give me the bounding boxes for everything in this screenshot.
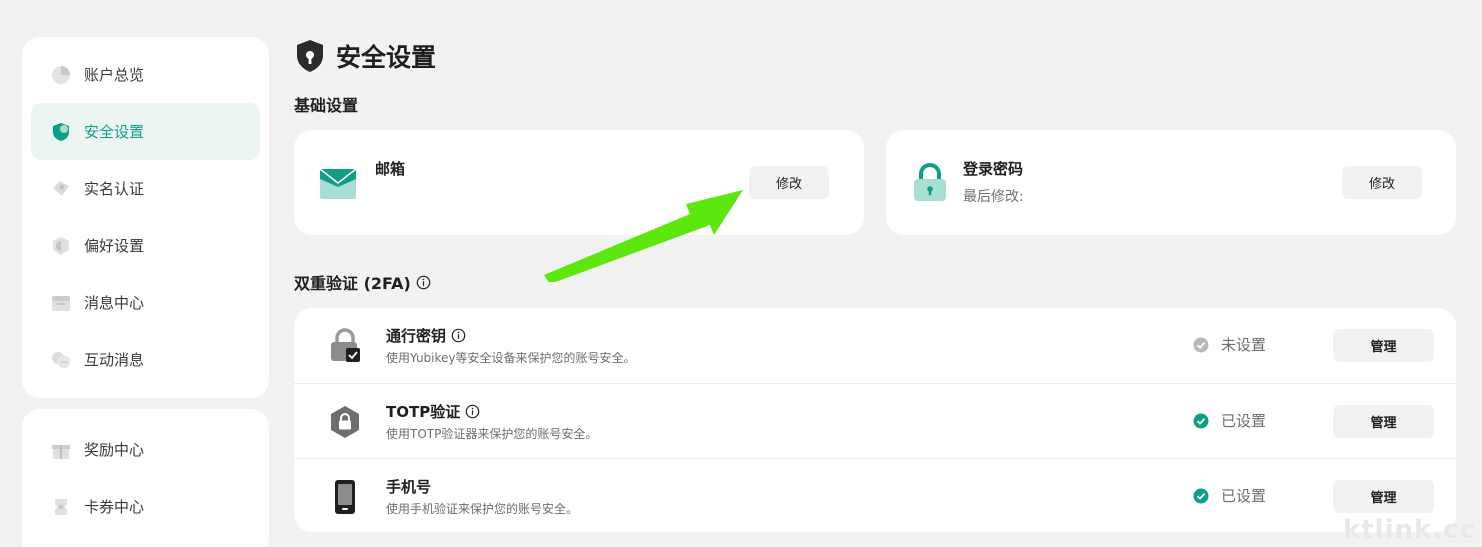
status-text: 已设置 [1221, 487, 1267, 505]
gift-icon [50, 439, 72, 461]
sidebar-item-interactions[interactable]: 互动消息 [31, 331, 260, 388]
sidebar-item-label: 消息中心 [84, 294, 145, 312]
twofa-description: 使用TOTP验证器来保护您的账号安全。 [386, 427, 598, 441]
twofa-name-text: 手机号 [386, 478, 432, 496]
twofa-row-passkey: 通行密钥 使用Yubikey等安全设备来保护您的账号安全。 未设置 管理 [294, 308, 1456, 383]
info-icon[interactable] [451, 328, 466, 343]
twofa-row-totp: TOTP验证 使用TOTP验证器来保护您的账号安全。 已设置 管理 [294, 383, 1456, 458]
twofa-card: 通行密钥 使用Yubikey等安全设备来保护您的账号安全。 未设置 管理 TOT… [294, 308, 1456, 532]
phone-icon [329, 479, 361, 515]
email-label: 邮箱 [375, 160, 406, 178]
coupon-icon [50, 496, 72, 518]
shield-lock-icon [295, 39, 325, 73]
sidebar-item-messages[interactable]: 消息中心 [31, 274, 260, 331]
status-badge: 已设置 [1193, 485, 1266, 506]
basic-settings-heading: 基础设置 [294, 92, 358, 116]
envelope-icon [319, 163, 357, 203]
twofa-description: 使用手机验证来保护您的账号安全。 [386, 502, 579, 516]
hexagon-lock-icon [329, 404, 361, 440]
sidebar-item-label: 卡券中心 [84, 498, 145, 516]
status-badge: 未设置 [1193, 334, 1266, 355]
twofa-name: 手机号 [386, 476, 431, 497]
status-badge: 已设置 [1193, 410, 1266, 431]
page-title-text: 安全设置 [336, 43, 437, 72]
watermark: ktlink.cc [1342, 515, 1476, 545]
sidebar-item-label: 实名认证 [84, 180, 145, 198]
annotation-arrow-icon [544, 190, 743, 282]
section-title-text: 双重验证 (2FA) [294, 274, 411, 293]
sidebar-item-security[interactable]: 安全设置 [31, 103, 260, 160]
twofa-name-text: TOTP验证 [386, 403, 461, 421]
check-circle-icon [1193, 413, 1209, 429]
pie-chart-icon [50, 64, 72, 86]
sidebar-item-preferences[interactable]: 偏好设置 [31, 217, 260, 274]
sidebar-item-account-overview[interactable]: 账户总览 [31, 46, 260, 103]
password-label: 登录密码 [963, 160, 1024, 178]
twofa-name-text: 通行密钥 [386, 327, 447, 345]
edit-email-button[interactable]: 修改 [749, 166, 829, 199]
twofa-name: 通行密钥 [386, 325, 466, 346]
passkey-lock-icon [329, 328, 361, 364]
section-title-text: 基础设置 [294, 96, 359, 115]
chat-bubble-icon [50, 349, 72, 371]
preferences-icon [50, 235, 72, 257]
sidebar-item-label: 互动消息 [84, 351, 145, 369]
password-last-modified: 最后修改: [963, 189, 1024, 205]
sidebar-item-rewards[interactable]: 奖励中心 [31, 421, 260, 478]
id-card-icon [50, 178, 72, 200]
padlock-icon [911, 163, 949, 203]
sidebar-item-verification[interactable]: 实名认证 [31, 160, 260, 217]
sidebar-item-label: 偏好设置 [84, 237, 145, 255]
sidebar-item-label: 账户总览 [84, 66, 145, 84]
twofa-name: TOTP验证 [386, 401, 480, 422]
manage-phone-button[interactable]: 管理 [1333, 480, 1434, 513]
shield-icon [50, 121, 72, 143]
sidebar-main-menu: 账户总览 安全设置 实名认证 偏好设置 消息中心 互动消息 [22, 37, 269, 398]
unset-check-icon [1193, 337, 1209, 353]
twofa-description: 使用Yubikey等安全设备来保护您的账号安全。 [386, 351, 636, 365]
twofa-row-phone: 手机号 使用手机验证来保护您的账号安全。 已设置 管理 [294, 458, 1456, 532]
sidebar-item-coupons[interactable]: 卡券中心 [31, 478, 260, 535]
page-title: 安全设置 [295, 38, 436, 74]
edit-password-button[interactable]: 修改 [1342, 166, 1422, 199]
sidebar-item-label: 奖励中心 [84, 441, 145, 459]
twofa-heading: 双重验证 (2FA) [294, 270, 431, 294]
password-card: 登录密码 最后修改: 修改 [886, 130, 1456, 235]
status-text: 未设置 [1221, 336, 1267, 354]
info-icon[interactable] [465, 404, 480, 419]
inbox-icon [50, 292, 72, 314]
check-circle-icon [1193, 488, 1209, 504]
status-text: 已设置 [1221, 412, 1267, 430]
manage-totp-button[interactable]: 管理 [1333, 405, 1434, 438]
sidebar-item-label: 安全设置 [84, 123, 145, 141]
manage-passkey-button[interactable]: 管理 [1333, 329, 1434, 362]
sidebar-secondary-menu: 奖励中心 卡券中心 [22, 409, 269, 547]
info-icon[interactable] [416, 275, 431, 290]
